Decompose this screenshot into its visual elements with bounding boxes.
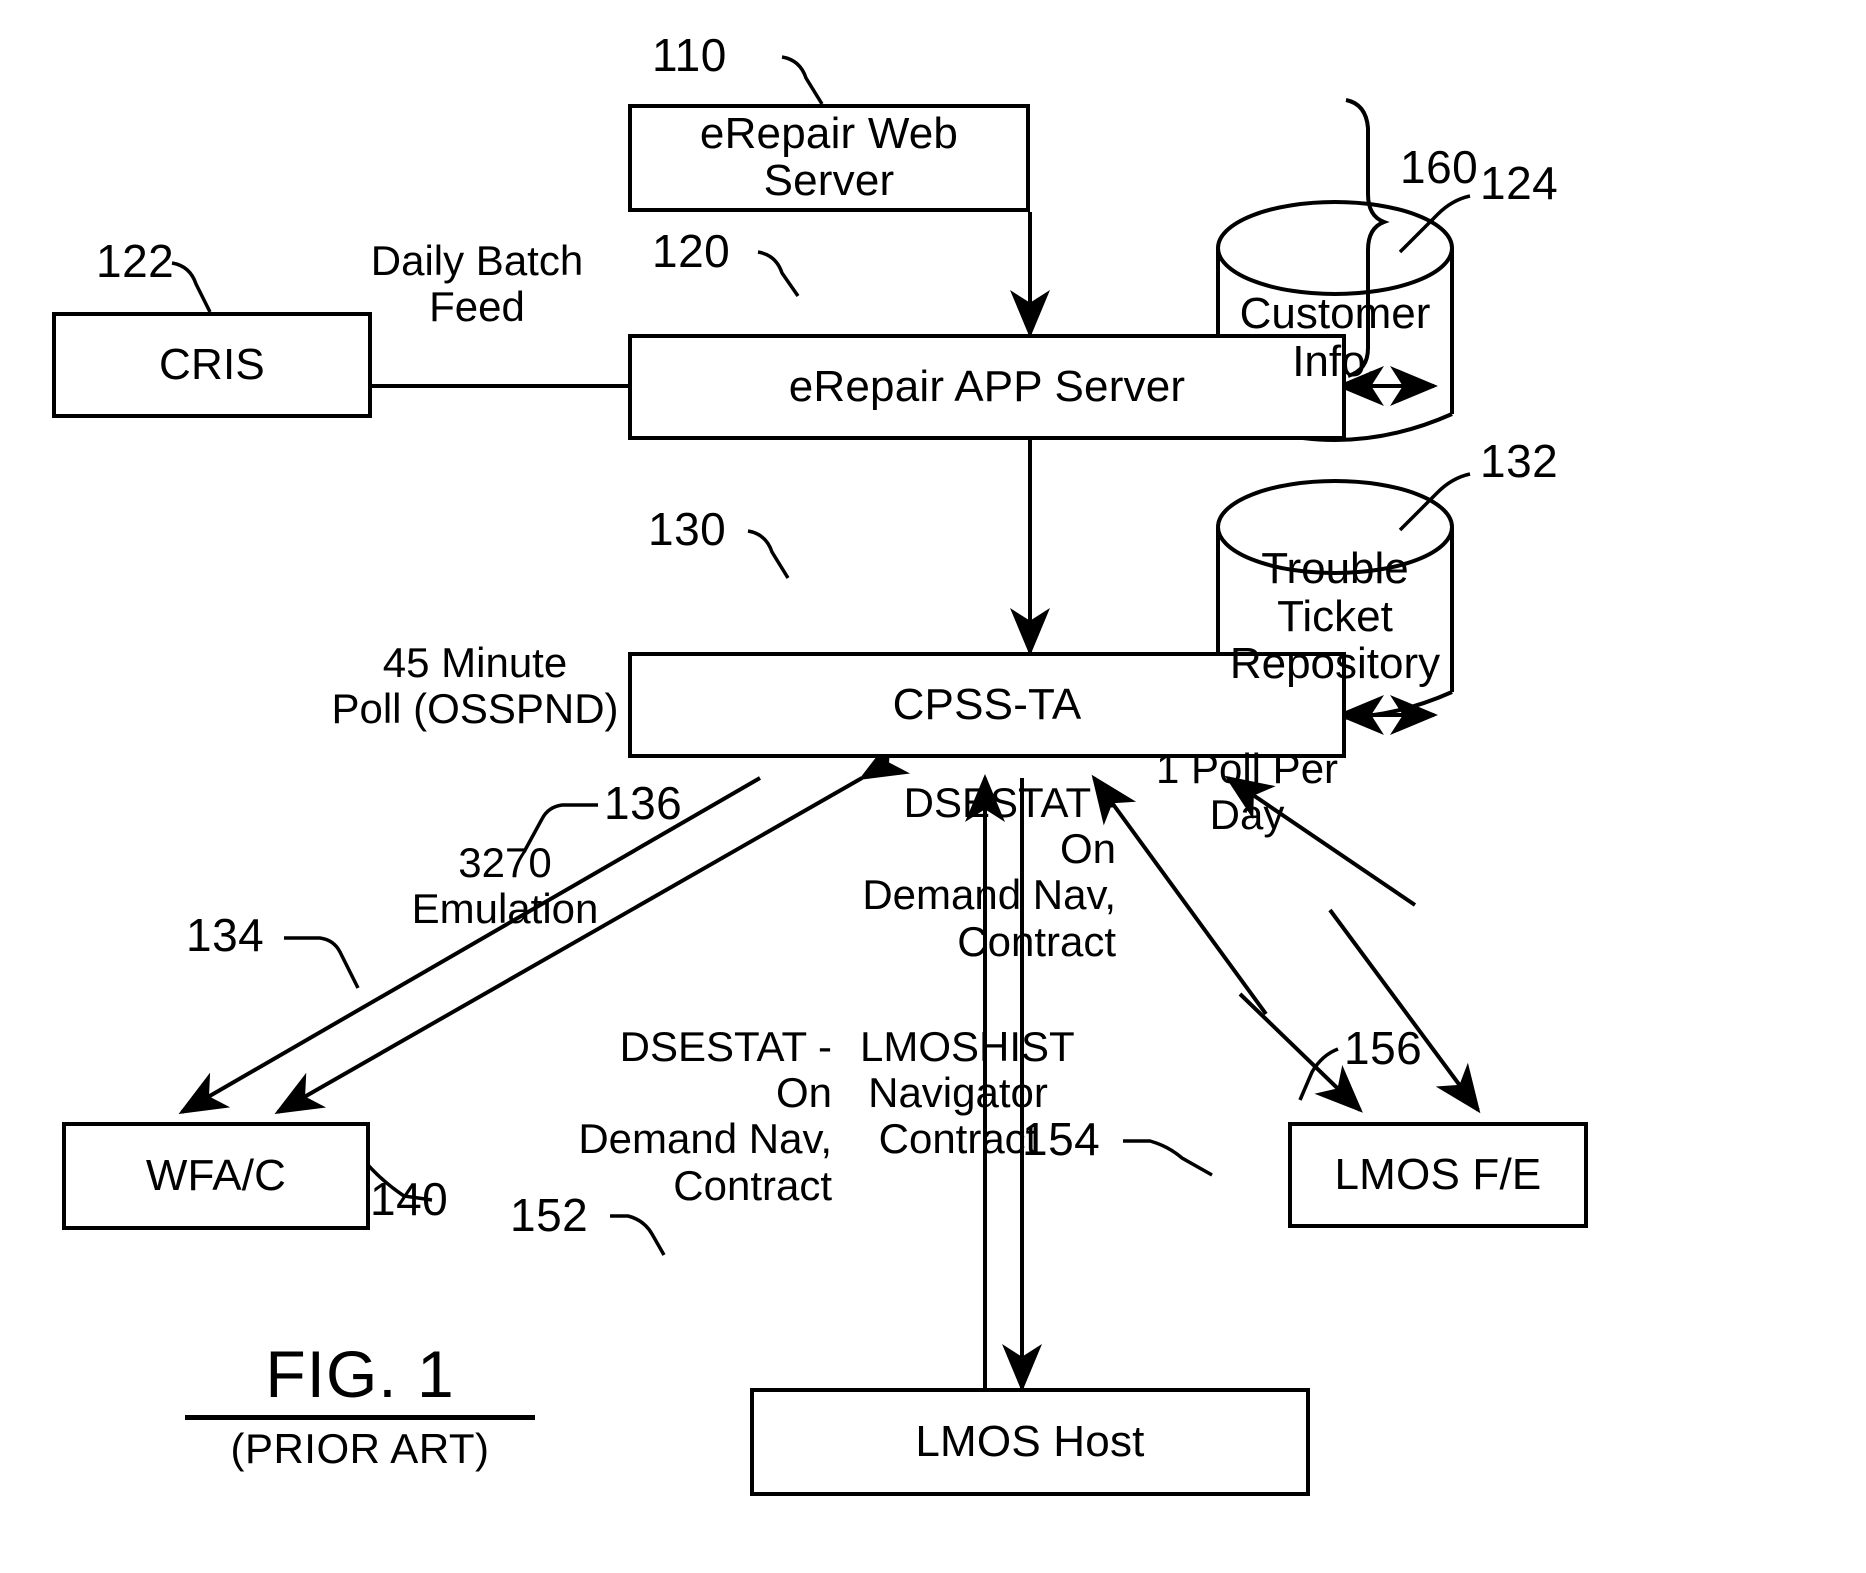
node-lmos-host-label: LMOS Host: [915, 1416, 1145, 1466]
ref-134: 134: [186, 909, 265, 961]
node-erepair-web-server: eRepair Web Server: [628, 104, 1030, 212]
patent-figure-page: eRepair Web Server eRepair APP Server CR…: [0, 0, 1866, 1573]
figure-subtitle: (PRIOR ART): [230, 1425, 490, 1473]
leader-134: [284, 936, 360, 989]
edge-label-lmos-host-dsestat: DSESTAT - On Demand Nav, Contract: [578, 1023, 832, 1209]
datastore-trouble-ticket-repository-label: Trouble Ticket Repository: [1229, 544, 1441, 689]
node-wfa-c-label: WFA/C: [145, 1150, 287, 1200]
ref-132: 132: [1480, 435, 1559, 487]
ref-136: 136: [604, 777, 683, 829]
leader-154: [1123, 1139, 1213, 1177]
ref-122: 122: [96, 235, 175, 287]
ref-160: 160: [1400, 141, 1479, 193]
node-cpss-ta-label: CPSS-TA: [892, 679, 1082, 729]
edge-label-45-minute-poll: 45 Minute Poll (OSSPND): [331, 639, 619, 733]
node-erepair-web-server-label: eRepair Web Server: [699, 109, 959, 205]
node-wfa-c: WFA/C: [62, 1122, 370, 1230]
node-lmos-fe: LMOS F/E: [1288, 1122, 1588, 1228]
ref-110: 110: [652, 29, 727, 81]
edge-label-3270-emulation: 3270 Emulation: [411, 839, 599, 933]
arrow-cpss-to-lmosfe-poll: [1328, 908, 1481, 1114]
node-erepair-app-server-label: eRepair APP Server: [788, 361, 1186, 411]
leader-122: [171, 261, 212, 313]
ref-124: 124: [1480, 157, 1559, 209]
datastore-customer-info-label: Customer Info.: [1239, 289, 1431, 386]
edge-label-lmos-host-lmoshist: LMOSHIST Navigator Contract: [860, 1023, 1075, 1163]
ref-130: 130: [648, 503, 727, 555]
node-lmos-host: LMOS Host: [750, 1388, 1310, 1496]
figure-title: FIG. 1: [185, 1339, 535, 1421]
leader-152: [610, 1214, 666, 1256]
leader-130: [747, 529, 790, 579]
figure-caption: FIG. 1 (PRIOR ART): [185, 1339, 535, 1473]
node-cris-label: CRIS: [159, 339, 265, 389]
leader-120: [757, 250, 800, 297]
ref-140: 140: [370, 1173, 449, 1225]
node-lmos-fe-label: LMOS F/E: [1334, 1149, 1542, 1199]
ref-120: 120: [652, 225, 731, 277]
edge-label-lmos-fe-dsestat: DSESTAT - On Demand Nav, Contract: [862, 779, 1116, 965]
arrow-cpss-to-lmosfe-dsestat: [1238, 992, 1363, 1113]
edge-label-daily-batch-feed: Daily Batch Feed: [370, 237, 584, 331]
edge-label-1-poll-per-day: 1 Poll Per Day: [1155, 745, 1339, 839]
leader-110: [781, 55, 824, 105]
node-cris: CRIS: [52, 312, 372, 418]
ref-156: 156: [1344, 1022, 1423, 1074]
